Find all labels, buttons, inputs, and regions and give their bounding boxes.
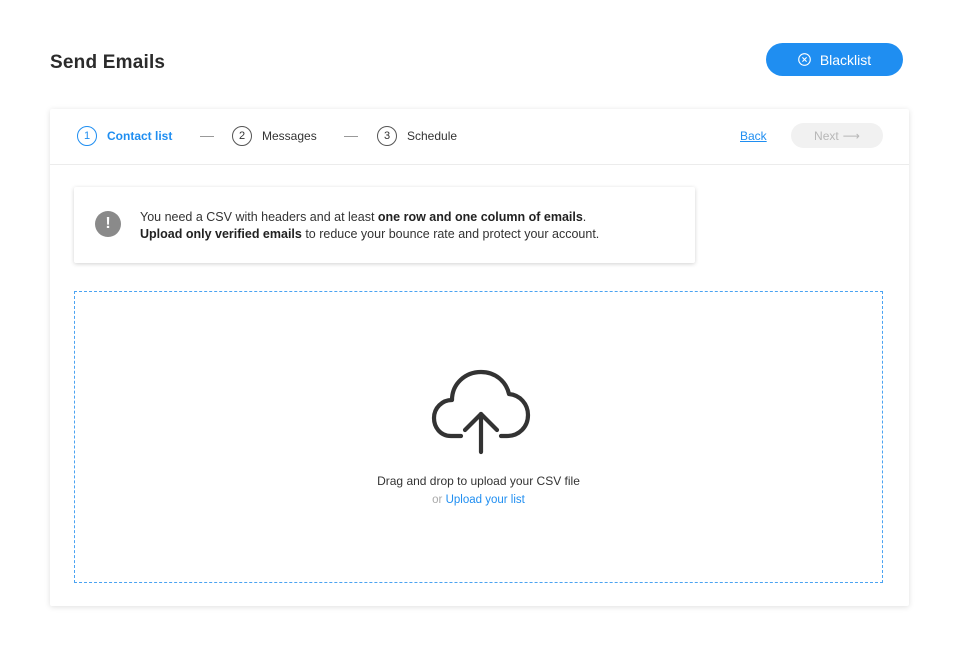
step-schedule[interactable]: 3 Schedule xyxy=(377,126,457,146)
step-contact-list[interactable]: 1 Contact list xyxy=(77,126,172,146)
step-separator xyxy=(200,136,214,137)
notice-line-2-suffix: to reduce your bounce rate and protect y… xyxy=(301,227,600,241)
step-label: Contact list xyxy=(107,129,173,143)
page: Send Emails Blacklist 1 Contact list 2 M… xyxy=(0,0,960,658)
arrow-right-icon: ⟶ xyxy=(842,128,860,143)
blacklist-button[interactable]: Blacklist xyxy=(766,43,903,76)
notice-line-1-suffix: . xyxy=(582,210,587,224)
wizard-card: 1 Contact list 2 Messages 3 Schedule Bac… xyxy=(50,109,909,606)
step-number: 2 xyxy=(232,126,252,146)
step-number: 3 xyxy=(377,126,397,146)
exclamation-icon: ! xyxy=(95,211,121,237)
next-button[interactable]: Next ⟶ xyxy=(791,123,883,148)
step-label: Schedule xyxy=(407,129,458,143)
upload-list-link[interactable]: Upload your list xyxy=(446,494,525,506)
notice-line-1: You need a CSV with headers and at least… xyxy=(140,209,599,226)
csv-dropzone[interactable]: Drag and drop to upload your CSV file or… xyxy=(74,291,883,583)
step-label: Messages xyxy=(262,129,317,143)
notice-line-1-bold: one row and one column of emails xyxy=(377,210,583,224)
step-separator xyxy=(344,136,358,137)
notice-line-2-bold: Upload only verified emails xyxy=(140,227,302,241)
csv-requirements-notice: ! You need a CSV with headers and at lea… xyxy=(74,187,695,263)
or-text: or xyxy=(432,494,443,506)
stepper: 1 Contact list 2 Messages 3 Schedule Bac… xyxy=(50,109,909,165)
blacklist-button-label: Blacklist xyxy=(819,51,872,68)
close-circle-icon xyxy=(797,53,811,66)
page-title: Send Emails xyxy=(50,52,166,73)
cloud-upload-icon xyxy=(431,369,531,455)
dropzone-alternative: or Upload your list xyxy=(75,494,882,506)
notice-line-2: Upload only verified emails to reduce yo… xyxy=(140,226,599,243)
notice-text: You need a CSV with headers and at least… xyxy=(140,209,599,243)
step-messages[interactable]: 2 Messages xyxy=(232,126,317,146)
back-link[interactable]: Back xyxy=(740,129,767,143)
step-number: 1 xyxy=(77,126,97,146)
notice-line-1-prefix: You need a CSV with headers and at least xyxy=(140,210,378,224)
next-button-label: Next xyxy=(814,128,839,143)
dropzone-instruction: Drag and drop to upload your CSV file xyxy=(377,474,580,488)
